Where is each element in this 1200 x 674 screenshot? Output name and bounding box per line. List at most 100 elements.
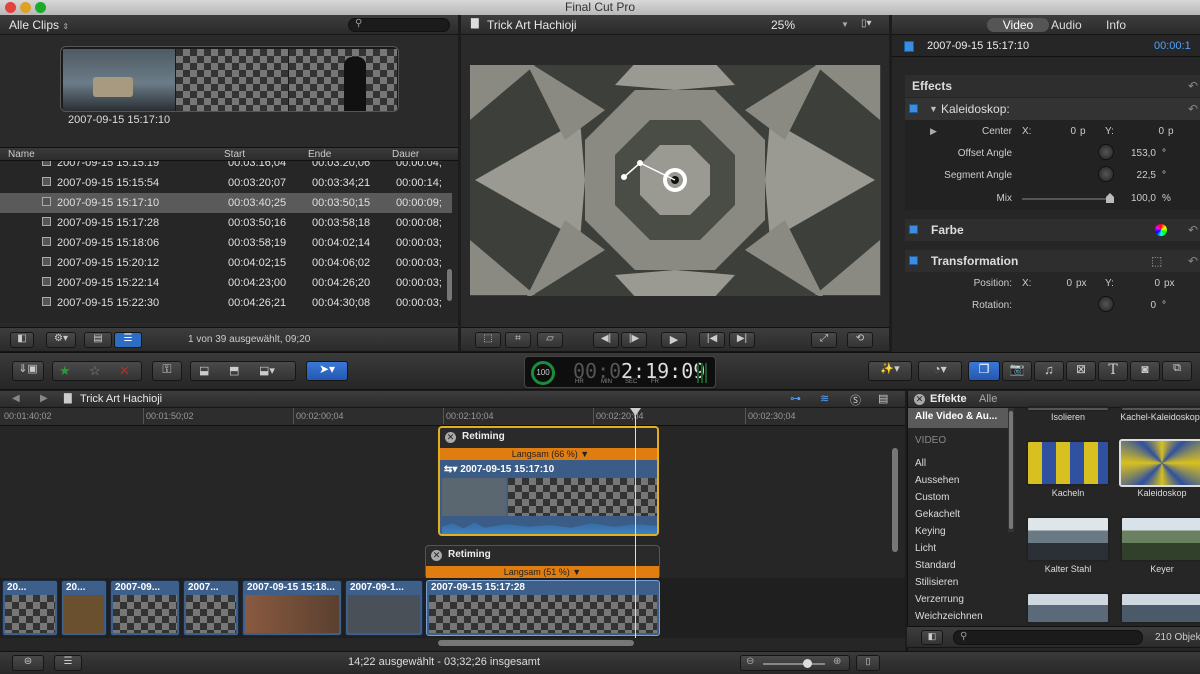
rotation-dial[interactable] (1098, 296, 1114, 312)
viewer-canvas[interactable] (470, 65, 881, 296)
clip-appearance-icon[interactable]: ▤ (878, 392, 888, 405)
reset-icon[interactable]: ↶ (1188, 75, 1198, 97)
favorite-star-icon[interactable]: ★ (59, 363, 71, 379)
library-toggle-button[interactable]: ◧ (10, 332, 34, 348)
retime-button[interactable]: ◔▾ (918, 361, 962, 381)
zoom-slider-knob[interactable] (803, 659, 812, 668)
timeline-horizontal-scrollbar[interactable] (438, 640, 634, 646)
skimming-icon[interactable]: ⊶ (790, 392, 801, 405)
go-to-start-button[interactable]: |◀ (699, 332, 725, 348)
color-board-icon[interactable] (1155, 224, 1167, 236)
clip-filter-dropdown[interactable]: Alle Clips ⇕ (9, 18, 69, 32)
table-row[interactable]: 2007-09-15 15:15:54 00:03:20;07 00:03:34;2… (0, 173, 452, 193)
disclosure-open-icon[interactable]: ▼ (929, 98, 938, 120)
keyword-button[interactable]: ⚿ (152, 361, 182, 381)
reject-x-icon[interactable]: ✕ (119, 363, 130, 379)
clip-height-button[interactable]: ▯ (856, 655, 880, 671)
position-x-value[interactable]: 0 (1058, 278, 1072, 289)
table-row-selected[interactable]: 2007-09-15 15:17:10 00:03:40;25 00:03:50;1… (0, 193, 452, 213)
farbe-enable-checkbox[interactable] (909, 225, 918, 234)
close-retiming-icon[interactable]: ✕ (431, 550, 442, 561)
transform-button[interactable]: ⬚ (475, 332, 501, 348)
effect-thumb[interactable] (1120, 592, 1200, 624)
audio-meters-button[interactable]: ⊜ (12, 655, 44, 671)
timeline-index-button[interactable]: ☰ (54, 655, 82, 671)
next-frame-button[interactable]: |▶ (621, 332, 647, 348)
go-to-end-button[interactable]: ▶| (729, 332, 755, 348)
category-item[interactable]: Custom (915, 492, 949, 503)
dashboard-timecode[interactable]: 100 00:0 2:19:09 HR MIN SEC FR (524, 356, 716, 388)
mix-value[interactable]: 100,0 (1120, 193, 1156, 204)
music-browser-button[interactable]: ♫ (1034, 361, 1064, 381)
action-menu-button[interactable]: ⚙▾ (46, 332, 76, 348)
connected-clip-selected[interactable]: ✕ Retiming Langsam (66 %) ▼ ⇆▾ 2007-09-1… (438, 426, 659, 536)
category-item[interactable]: Licht (915, 543, 936, 554)
zoom-slider-control[interactable]: ⊖ ⊕ (740, 655, 850, 671)
storyline-clip[interactable]: 2007-09-15 15:18... (242, 580, 342, 636)
col-start[interactable]: Start (224, 149, 245, 160)
segment-angle-dial[interactable] (1098, 166, 1114, 182)
clip-menu-icon[interactable]: ⇆▾ (444, 464, 457, 475)
table-row[interactable]: 2007-09-15 15:15:19 00:03:16;04 00:03:20;0… (0, 161, 452, 173)
reset-icon[interactable]: ↶ (1188, 219, 1198, 241)
timeline-vertical-scrollbar[interactable] (892, 448, 898, 552)
zoom-window-button[interactable] (35, 2, 46, 13)
farbe-section-header[interactable]: Farbe ↶ (905, 219, 1200, 241)
select-tool-button[interactable]: ➤▾ (306, 361, 348, 381)
center-y-value[interactable]: 0 (1148, 126, 1164, 137)
table-row[interactable]: 2007-09-15 15:22:30 00:04:26;21 00:04:30;0… (0, 293, 452, 313)
category-item[interactable]: Keying (915, 526, 946, 537)
tab-video[interactable]: Video (987, 18, 1049, 32)
generators-browser-button[interactable]: ◙ (1130, 361, 1160, 381)
photo-browser-button[interactable]: 📷 (1002, 361, 1032, 381)
table-row[interactable]: 2007-09-15 15:18:06 00:03:58;19 00:04:02;1… (0, 233, 452, 253)
storyline-clip[interactable]: 2007-09... (110, 580, 180, 636)
col-name[interactable]: Name (8, 149, 35, 160)
effects-browser-button[interactable]: ❐ (968, 361, 1000, 381)
col-end[interactable]: Ende (308, 149, 331, 160)
disclosure-closed-icon[interactable]: ▶ (930, 126, 937, 137)
hide-sidebar-button[interactable]: ◧ (921, 630, 943, 645)
transformation-enable-checkbox[interactable] (909, 256, 918, 265)
effects-all-tab[interactable]: Alle (979, 393, 997, 405)
titles-browser-button[interactable]: T (1098, 361, 1128, 381)
storyline-clip[interactable]: 20... (2, 580, 58, 636)
center-x-value[interactable]: 0 (1060, 126, 1076, 137)
crop-button[interactable]: ⌗ (505, 332, 531, 348)
speed-segment[interactable]: Langsam (51 %) ▼ (426, 566, 659, 578)
category-item[interactable]: Stilisieren (915, 577, 958, 588)
storyline-clip[interactable]: 2007-09-1... (345, 580, 423, 636)
category-item[interactable]: Standard (915, 560, 956, 571)
reset-icon[interactable]: ↶ (1188, 98, 1198, 120)
table-row[interactable]: 2007-09-15 15:20:12 00:04:02;15 00:04:06;0… (0, 253, 452, 273)
category-item[interactable]: Verzerrung (915, 594, 964, 605)
unrate-star-icon[interactable]: ☆ (89, 363, 101, 379)
category-scrollbar[interactable] (1009, 411, 1013, 529)
playhead[interactable] (635, 408, 636, 638)
zoom-out-icon[interactable]: ⊖ (746, 656, 754, 667)
category-item[interactable]: Gekachelt (915, 509, 960, 520)
category-item[interactable]: Weichzeichnen (915, 611, 983, 622)
category-item[interactable]: All (915, 458, 926, 469)
category-selected[interactable]: Alle Video & Au... (908, 408, 1008, 428)
close-retiming-icon[interactable]: ✕ (445, 432, 456, 443)
fullscreen-button[interactable]: ⤢ (811, 332, 837, 348)
play-button[interactable]: ▶ (661, 332, 687, 348)
loop-button[interactable]: ⟲ (847, 332, 873, 348)
zoom-slider-track[interactable] (763, 663, 825, 665)
storyline-clip[interactable]: 20... (61, 580, 107, 636)
import-media-button[interactable]: ⇓▣ (12, 361, 44, 381)
effect-thumb[interactable] (1026, 592, 1110, 624)
browser-search-field[interactable]: ⚲ (348, 18, 450, 32)
table-row[interactable]: 2007-09-15 15:22:14 00:04:23;00 00:04:26;2… (0, 273, 452, 293)
close-window-button[interactable] (5, 2, 16, 13)
transitions-browser-button[interactable]: ⊠ (1066, 361, 1096, 381)
position-y-value[interactable]: 0 (1146, 278, 1160, 289)
list-view-button[interactable]: ☰ (114, 332, 142, 348)
tab-audio[interactable]: Audio (1051, 18, 1082, 32)
col-duration[interactable]: Dauer (392, 149, 419, 160)
minimize-window-button[interactable] (20, 2, 31, 13)
previous-frame-button[interactable]: ◀| (593, 332, 619, 348)
history-back-icon[interactable]: ◀ (12, 393, 20, 404)
offset-angle-value[interactable]: 153,0 (1120, 148, 1156, 159)
